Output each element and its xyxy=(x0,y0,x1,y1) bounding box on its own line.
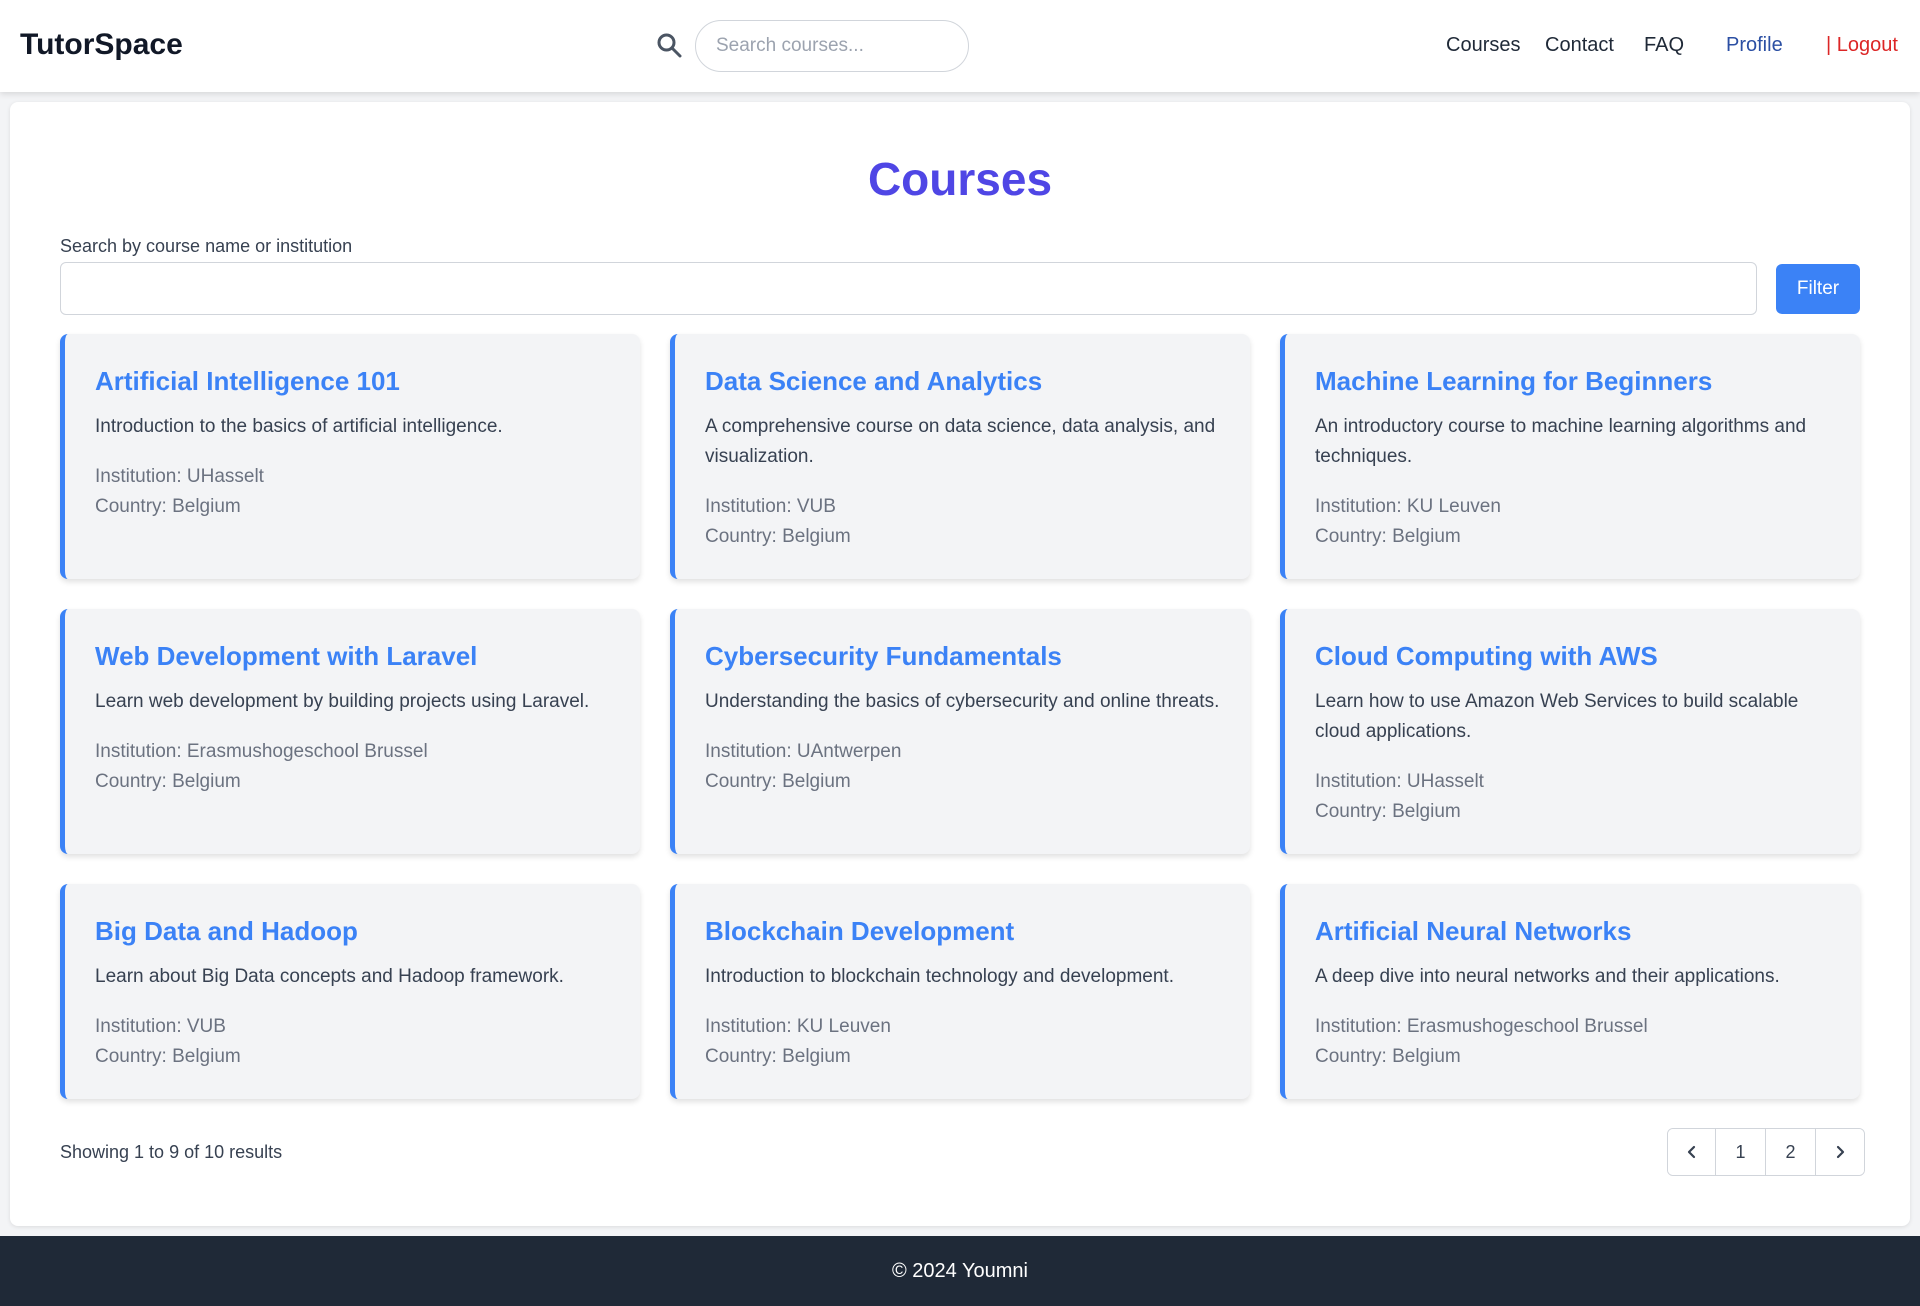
course-institution: Institution: KU Leuven xyxy=(705,1016,891,1037)
filter-button[interactable]: Filter xyxy=(1776,264,1860,314)
course-title[interactable]: Cybersecurity Fundamentals xyxy=(705,639,1220,673)
course-description: Learn about Big Data concepts and Hadoop… xyxy=(95,966,564,987)
course-description: Learn how to use Amazon Web Services to … xyxy=(1315,691,1799,742)
course-description: Introduction to blockchain technology an… xyxy=(705,966,1174,987)
course-institution: Institution: Erasmushogeschool Brussel xyxy=(1315,1016,1648,1037)
page-button-1[interactable]: 1 xyxy=(1716,1129,1766,1175)
course-institution: Institution: Erasmushogeschool Brussel xyxy=(95,741,428,762)
course-card[interactable]: Big Data and Hadoop Learn about Big Data… xyxy=(60,884,640,1099)
course-country: Country: Belgium xyxy=(95,496,241,517)
course-country: Country: Belgium xyxy=(95,771,241,792)
course-description: An introductory course to machine learni… xyxy=(1315,416,1807,467)
page-title: Courses xyxy=(867,153,1053,205)
nav-link-faq[interactable]: FAQ xyxy=(1644,34,1684,57)
course-country: Country: Belgium xyxy=(95,1046,241,1067)
course-card[interactable]: Artificial Neural Networks A deep dive i… xyxy=(1280,884,1860,1099)
course-card[interactable]: Cybersecurity Fundamentals Understanding… xyxy=(670,609,1250,854)
nav-link-profile[interactable]: Profile xyxy=(1726,34,1783,57)
course-title[interactable]: Cloud Computing with AWS xyxy=(1315,639,1830,673)
course-country: Country: Belgium xyxy=(705,526,851,547)
chevron-left-icon xyxy=(1687,1145,1695,1159)
footer-copyright: © 2024 Youmni xyxy=(892,1259,1028,1282)
course-institution: Institution: UHasselt xyxy=(1315,771,1484,792)
nav-link-logout[interactable]: | Logout xyxy=(1826,34,1898,57)
filter-label: Search by course name or institution xyxy=(60,236,353,256)
course-card[interactable]: Cloud Computing with AWS Learn how to us… xyxy=(1280,609,1860,854)
prev-page-button[interactable] xyxy=(1668,1129,1716,1175)
course-title[interactable]: Machine Learning for Beginners xyxy=(1315,364,1830,398)
course-description: A deep dive into neural networks and the… xyxy=(1315,966,1780,987)
course-institution: Institution: VUB xyxy=(95,1016,226,1037)
nav-link-courses[interactable]: Courses xyxy=(1446,34,1520,57)
course-card[interactable]: Artificial Intelligence 101 Introduction… xyxy=(60,334,640,579)
course-card[interactable]: Blockchain Development Introduction to b… xyxy=(670,884,1250,1099)
course-description: Understanding the basics of cybersecurit… xyxy=(705,691,1220,712)
course-country: Country: Belgium xyxy=(705,1046,851,1067)
course-card[interactable]: Data Science and Analytics A comprehensi… xyxy=(670,334,1250,579)
navbar: TutorSpace Courses Contact FAQ Profile |… xyxy=(0,0,1920,92)
course-title[interactable]: Web Development with Laravel xyxy=(95,639,610,673)
course-title[interactable]: Artificial Neural Networks xyxy=(1315,914,1830,948)
course-institution: Institution: KU Leuven xyxy=(1315,496,1501,517)
course-card[interactable]: Web Development with Laravel Learn web d… xyxy=(60,609,640,854)
course-title[interactable]: Artificial Intelligence 101 xyxy=(95,364,610,398)
nav-link-contact[interactable]: Contact xyxy=(1545,34,1614,57)
course-title[interactable]: Data Science and Analytics xyxy=(705,364,1220,398)
course-institution: Institution: UAntwerpen xyxy=(705,741,902,762)
course-institution: Institution: VUB xyxy=(705,496,836,517)
course-country: Country: Belgium xyxy=(1315,526,1461,547)
course-country: Country: Belgium xyxy=(1315,801,1461,822)
course-title[interactable]: Big Data and Hadoop xyxy=(95,914,610,948)
chevron-right-icon xyxy=(1836,1145,1845,1159)
page-button-2[interactable]: 2 xyxy=(1766,1129,1816,1175)
course-description: Learn web development by building projec… xyxy=(95,691,590,712)
results-count: Showing 1 to 9 of 10 results xyxy=(60,1142,283,1162)
nav-links: Courses Contact FAQ Profile | Logout xyxy=(0,34,1920,64)
footer: © 2024 Youmni xyxy=(0,1236,1920,1306)
course-institution: Institution: UHasselt xyxy=(95,466,264,487)
course-description: Introduction to the basics of artificial… xyxy=(95,416,503,437)
next-page-button[interactable] xyxy=(1816,1129,1864,1175)
course-country: Country: Belgium xyxy=(1315,1046,1461,1067)
pagination: 1 2 xyxy=(1667,1128,1865,1176)
course-title[interactable]: Blockchain Development xyxy=(705,914,1220,948)
filter-input[interactable] xyxy=(60,262,1757,315)
course-description: A comprehensive course on data science, … xyxy=(705,416,1216,467)
main-panel: Courses Search by course name or institu… xyxy=(10,102,1910,1226)
course-grid: Artificial Intelligence 101 Introduction… xyxy=(60,334,1860,1099)
course-country: Country: Belgium xyxy=(705,771,851,792)
course-card[interactable]: Machine Learning for Beginners An introd… xyxy=(1280,334,1860,579)
